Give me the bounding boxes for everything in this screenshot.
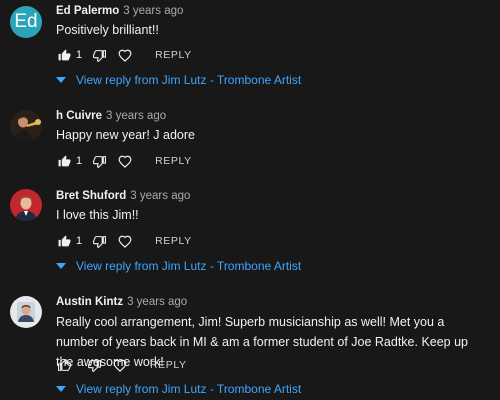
view-replies-label: View reply from Jim Lutz - Trombone Arti… bbox=[76, 73, 302, 87]
thumb-down-icon[interactable] bbox=[86, 357, 102, 373]
thumb-up-icon[interactable] bbox=[56, 153, 72, 169]
avatar[interactable] bbox=[10, 296, 42, 328]
reply-button[interactable]: REPLY bbox=[155, 155, 192, 167]
comment-actions: REPLY bbox=[56, 357, 187, 373]
thumb-down-icon[interactable] bbox=[91, 233, 107, 249]
author-name[interactable]: Austin Kintz bbox=[56, 296, 123, 308]
avatar[interactable] bbox=[10, 110, 42, 142]
view-replies-label: View reply from Jim Lutz - Trombone Arti… bbox=[76, 382, 302, 396]
comment-header: Ed Palermo 3 years ago bbox=[56, 5, 183, 17]
thumb-down-icon[interactable] bbox=[91, 153, 107, 169]
comment-actions: 1 REPLY bbox=[56, 153, 192, 169]
author-name[interactable]: Bret Shuford bbox=[56, 190, 126, 202]
thumb-down-icon[interactable] bbox=[91, 47, 107, 63]
like-count: 1 bbox=[76, 49, 83, 61]
thumb-up-icon[interactable] bbox=[56, 47, 72, 63]
comment-text: Positively brilliant!! bbox=[56, 23, 159, 37]
like-count: 1 bbox=[76, 155, 83, 167]
thumb-up-icon[interactable] bbox=[56, 233, 72, 249]
reply-button[interactable]: REPLY bbox=[150, 359, 187, 371]
comment-time[interactable]: 3 years ago bbox=[127, 296, 187, 308]
heart-icon[interactable] bbox=[117, 153, 133, 169]
view-replies-link[interactable]: View reply from Jim Lutz - Trombone Arti… bbox=[56, 73, 301, 87]
heart-icon[interactable] bbox=[112, 357, 128, 373]
avatar[interactable]: Ed bbox=[10, 6, 42, 38]
view-replies-link[interactable]: View reply from Jim Lutz - Trombone Arti… bbox=[56, 382, 301, 396]
author-name[interactable]: h Cuivre bbox=[56, 110, 102, 122]
view-replies-link[interactable]: View reply from Jim Lutz - Trombone Arti… bbox=[56, 259, 301, 273]
caret-down-icon bbox=[56, 263, 66, 269]
reply-button[interactable]: REPLY bbox=[155, 235, 192, 247]
like-count: 1 bbox=[76, 235, 83, 247]
comment-time[interactable]: 3 years ago bbox=[130, 190, 190, 202]
avatar[interactable] bbox=[10, 189, 42, 221]
comment-header: Bret Shuford 3 years ago bbox=[56, 190, 190, 202]
comment-header: Austin Kintz 3 years ago bbox=[56, 296, 187, 308]
view-replies-label: View reply from Jim Lutz - Trombone Arti… bbox=[76, 259, 302, 273]
comment-text: I love this Jim!! bbox=[56, 208, 139, 222]
reply-button[interactable]: REPLY bbox=[155, 49, 192, 61]
caret-down-icon bbox=[56, 77, 66, 83]
heart-icon[interactable] bbox=[117, 47, 133, 63]
comment-time[interactable]: 3 years ago bbox=[106, 110, 166, 122]
comment-header: h Cuivre 3 years ago bbox=[56, 110, 166, 122]
comment-text: Happy new year! J adore bbox=[56, 128, 195, 142]
comment-actions: 1 REPLY bbox=[56, 233, 192, 249]
comment-actions: 1 REPLY bbox=[56, 47, 192, 63]
caret-down-icon bbox=[56, 386, 66, 392]
author-name[interactable]: Ed Palermo bbox=[56, 5, 119, 17]
thumb-up-icon[interactable] bbox=[56, 357, 72, 373]
comment-time[interactable]: 3 years ago bbox=[123, 5, 183, 17]
heart-icon[interactable] bbox=[117, 233, 133, 249]
